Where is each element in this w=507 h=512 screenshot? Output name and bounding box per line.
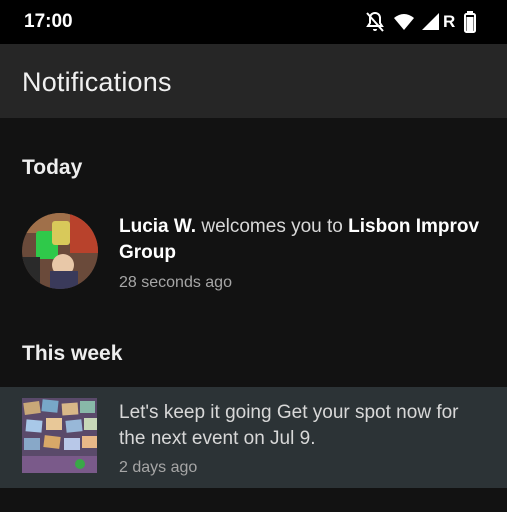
cell-signal-icon (422, 13, 439, 30)
actor-name: Lucia W. (119, 216, 197, 237)
battery-icon (464, 11, 476, 33)
status-bar: 17:00 R (0, 0, 507, 44)
bell-off-icon (366, 11, 384, 32)
notification-item[interactable]: Lucia W. welcomes you to Lisbon Improv G… (0, 200, 507, 302)
roaming-label: R (443, 12, 456, 31)
message-connector: welcomes you to (196, 216, 349, 237)
notification-time: 28 seconds ago (119, 274, 232, 291)
screen: 17:00 R Notifications Today Lucia W. wel… (0, 0, 507, 512)
notification-item[interactable]: Let's keep it going Get your spot now fo… (0, 387, 507, 488)
status-time: 17:00 (24, 11, 73, 32)
notification-text: Let's keep it going Get your spot now fo… (119, 402, 459, 449)
app-bar: Notifications (0, 44, 507, 118)
notification-text: Lucia W. welcomes you to Lisbon Improv G… (119, 214, 489, 266)
avatar (22, 213, 98, 289)
status-icons: R (365, 11, 485, 33)
wifi-icon (394, 14, 414, 30)
page-title: Notifications (22, 67, 172, 97)
section-header-today: Today (22, 156, 83, 179)
section-header-this-week: This week (22, 342, 123, 365)
event-thumbnail (22, 398, 97, 473)
notification-time: 2 days ago (119, 459, 198, 476)
